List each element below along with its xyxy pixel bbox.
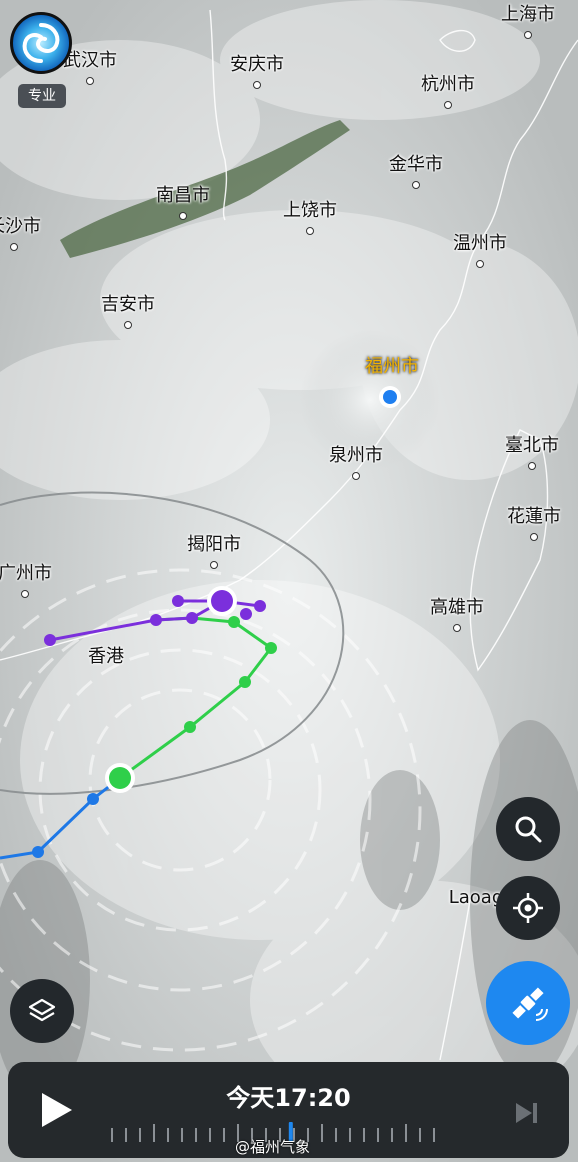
city-dot bbox=[10, 243, 18, 251]
crosshair-icon bbox=[513, 893, 543, 923]
city-dot bbox=[352, 472, 360, 480]
city-label: 安庆市 bbox=[230, 54, 284, 75]
locate-button[interactable] bbox=[496, 876, 560, 940]
city-label: 花蓮市 bbox=[507, 506, 561, 527]
search-icon bbox=[515, 816, 542, 843]
city-label: 香港 bbox=[88, 646, 124, 667]
track-point-forecast[interactable] bbox=[44, 634, 56, 646]
app-logo[interactable] bbox=[10, 12, 72, 74]
city-label: 杭州市 bbox=[421, 74, 475, 95]
pro-badge[interactable]: 专业 bbox=[18, 84, 66, 108]
track-point-forecast[interactable] bbox=[186, 612, 198, 624]
satellite-icon bbox=[512, 987, 548, 1021]
city-label: 高雄市 bbox=[430, 597, 484, 618]
watermark: @福州气象 bbox=[235, 1138, 311, 1156]
track-point-forecast[interactable] bbox=[150, 614, 162, 626]
track-point-past[interactable] bbox=[87, 793, 99, 805]
track-point-forecast[interactable] bbox=[228, 616, 240, 628]
time-label: 今天17:20 bbox=[226, 1084, 351, 1112]
city-label: 广州市 bbox=[0, 563, 52, 584]
search-button[interactable] bbox=[496, 797, 560, 861]
track-point-forecast[interactable] bbox=[172, 595, 184, 607]
skip-end-icon[interactable] bbox=[512, 1098, 542, 1128]
track-point-forecast[interactable] bbox=[265, 642, 277, 654]
city-label: 臺北市 bbox=[505, 435, 559, 456]
city-dot bbox=[524, 31, 532, 39]
layers-button[interactable] bbox=[10, 979, 74, 1043]
city-label: 长沙市 bbox=[0, 216, 41, 237]
city-label: 泉州市 bbox=[329, 445, 383, 466]
track-point-forecast[interactable] bbox=[254, 600, 266, 612]
city-dot bbox=[21, 590, 29, 598]
city-dot bbox=[253, 81, 261, 89]
track-point-past[interactable] bbox=[32, 846, 44, 858]
city-dot bbox=[453, 624, 461, 632]
city-dot bbox=[530, 533, 538, 541]
city-dot bbox=[124, 321, 132, 329]
city-label: 上海市 bbox=[501, 4, 555, 25]
track-point-forecast[interactable] bbox=[239, 676, 251, 688]
city-label: 福州市 bbox=[365, 356, 419, 377]
track-point-forecast[interactable] bbox=[240, 608, 252, 620]
city-label: 南昌市 bbox=[156, 185, 210, 206]
city-dot bbox=[179, 212, 187, 220]
city-dot bbox=[476, 260, 484, 268]
layers-icon bbox=[28, 998, 56, 1022]
city-dot bbox=[444, 101, 452, 109]
city-label: 温州市 bbox=[453, 233, 507, 254]
city-label: 上饶市 bbox=[283, 200, 337, 221]
city-dot bbox=[412, 181, 420, 189]
track-point-forecast[interactable] bbox=[184, 721, 196, 733]
city-label: 揭阳市 bbox=[187, 534, 241, 555]
typhoon-alt-position[interactable] bbox=[211, 590, 233, 612]
typhoon-current-position[interactable] bbox=[109, 767, 131, 789]
city-dot bbox=[210, 561, 218, 569]
city-label: 金华市 bbox=[389, 154, 443, 175]
city-dot bbox=[528, 462, 536, 470]
satellite-button[interactable] bbox=[486, 961, 570, 1045]
city-dot bbox=[306, 227, 314, 235]
city-label: 吉安市 bbox=[101, 294, 155, 315]
city-dot bbox=[86, 77, 94, 85]
